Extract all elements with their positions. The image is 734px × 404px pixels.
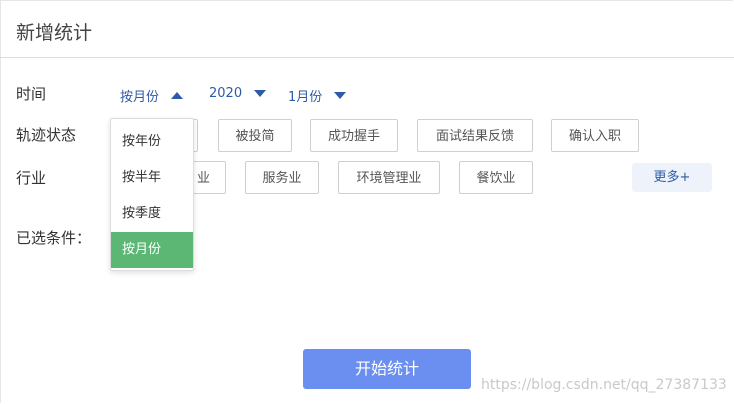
selected-conditions-label: 已选条件： [16,229,92,247]
period-option-month[interactable]: 按月份 [111,232,193,268]
period-option-year[interactable]: 按年份 [111,124,193,160]
track-chip-interview-feedback[interactable]: 面试结果反馈 [417,119,533,152]
period-select[interactable]: 按月份 [120,86,184,105]
caret-up-icon [171,92,184,99]
month-select[interactable]: 1月份 [288,86,347,105]
industry-chip-catering[interactable]: 餐饮业 [459,161,533,194]
year-select-value: 2020 [209,86,243,101]
caret-down-icon [254,90,267,97]
year-select[interactable]: 2020 [209,86,267,101]
industry-label: 行业 [16,169,47,187]
watermark: https://blog.csdn.net/qq_27387133 [481,377,727,393]
caret-down-icon [334,92,347,99]
track-chip-handshake[interactable]: 成功握手 [310,119,398,152]
track-chip-onboard[interactable]: 确认入职 [551,119,639,152]
period-option-quarter[interactable]: 按季度 [111,196,193,232]
page-title: 新增统计 [16,22,93,44]
time-label: 时间 [16,85,47,103]
more-button[interactable]: 更多+ [632,163,712,192]
period-dropdown: 按年份 按半年 按季度 按月份 [110,118,194,271]
industry-chip-service[interactable]: 服务业 [245,161,319,194]
title-divider [0,57,734,58]
period-option-half-year[interactable]: 按半年 [111,160,193,196]
period-select-value: 按月份 [120,90,160,105]
track-chip-applied[interactable]: 被投简 [218,119,292,152]
start-statistics-button[interactable]: 开始统计 [303,349,471,389]
industry-chip-environment[interactable]: 环境管理业 [338,161,440,194]
month-select-value: 1月份 [288,90,323,105]
track-status-label: 轨迹状态 [16,126,77,144]
